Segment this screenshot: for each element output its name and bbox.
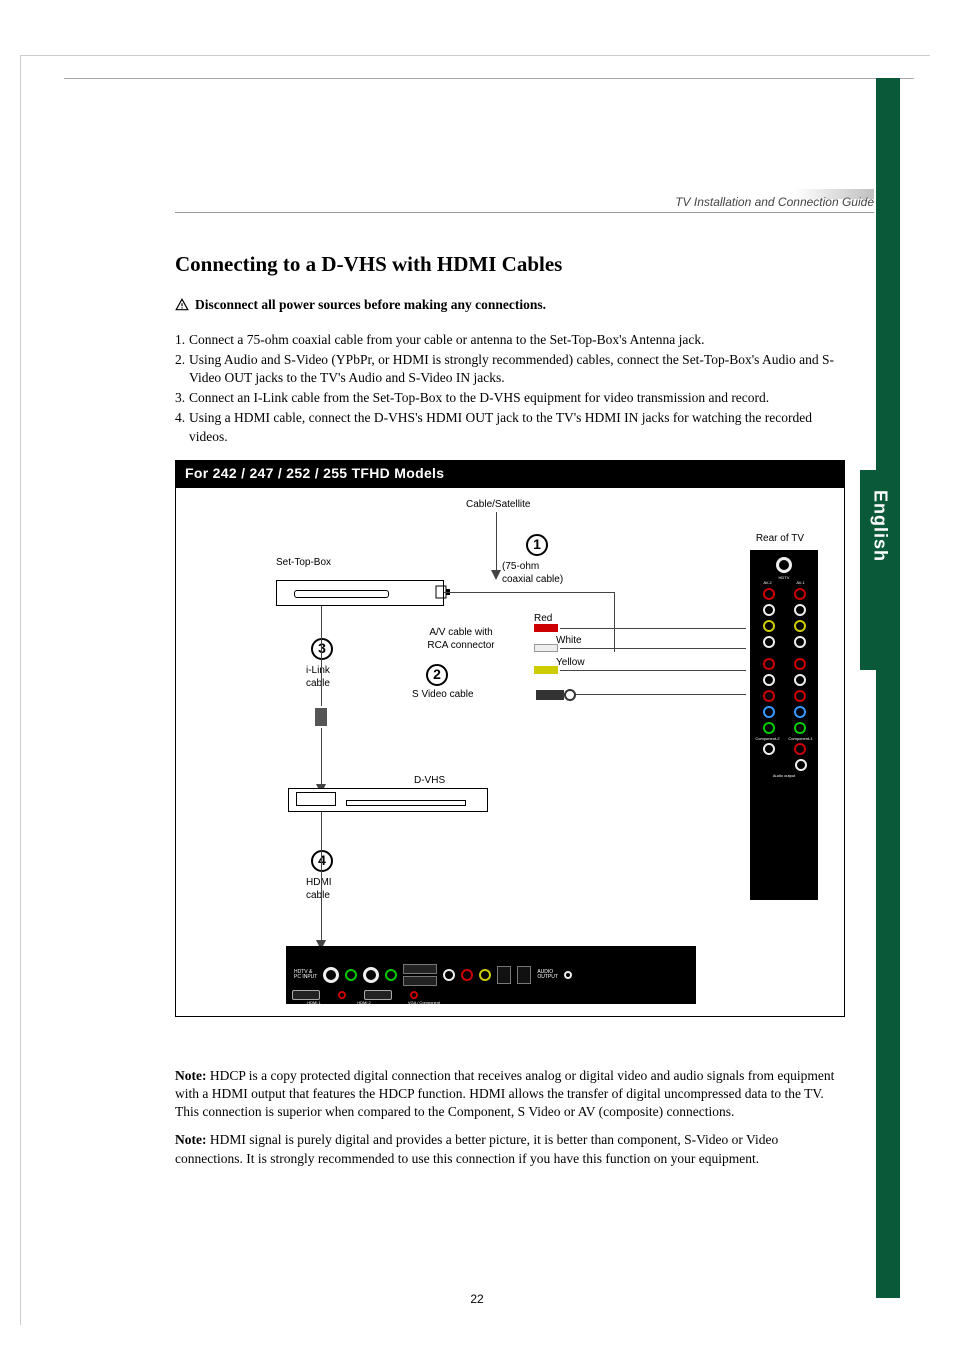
label-white: White [556,634,582,648]
steps-list: Connect a 75-ohm coaxial cable from your… [175,331,845,446]
language-tab: English [860,470,900,670]
connection-diagram: Cable/Satellite Rear of TV Set-Top-Box 1… [175,487,845,1017]
label-yellow: Yellow [556,656,585,670]
svideo-plug-icon [536,688,576,702]
page-number: 22 [0,1292,954,1306]
bottom-panel: HDTV & PC INPUT AUDIO OUTPUT [286,946,696,1004]
notes-section: Note: HDCP is a copy protected digital c… [175,1067,845,1168]
side-strip [876,78,900,1298]
callout-1: 1 [526,534,548,556]
callout-3: 3 [311,638,333,660]
warning-row: Disconnect all power sources before maki… [175,296,845,314]
step-4: Using a HDMI cable, connect the D-VHS's … [175,409,845,445]
callout-2: 2 [426,664,448,686]
step-1: Connect a 75-ohm coaxial cable from your… [175,331,845,349]
label-coax: (75-ohm coaxial cable) [502,560,563,587]
label-rear-of-tv: Rear of TV [756,532,804,546]
warning-text: Disconnect all power sources before maki… [195,296,546,314]
language-tab-label: English [870,490,891,562]
step-3: Connect an I-Link cable from the Set-Top… [175,389,845,407]
label-cable-satellite: Cable/Satellite [466,498,530,512]
warning-icon [175,298,189,312]
label-av-cable: A/V cable with RCA connector [406,626,516,653]
rear-audio-out: Audio output [751,773,817,778]
note-2: Note: HDMI signal is purely digital and … [175,1131,845,1167]
label-ilink: i-Link cable [306,664,330,691]
label-hdmi-cable: HDMI cable [306,876,332,903]
ilink-connector-icon [315,708,327,726]
section-title: Connecting to a D-VHS with HDMI Cables [175,250,845,278]
step-2: Using Audio and S-Video (YPbPr, or HDMI … [175,351,845,387]
callout-4: 4 [311,850,333,872]
header-fade [794,189,874,199]
note-1: Note: HDCP is a copy protected digital c… [175,1067,845,1122]
model-bar: For 242 / 247 / 252 / 255 TFHD Models [175,460,845,487]
label-svideo-cable: S Video cable [412,688,474,702]
label-dvhs: D-VHS [414,774,445,788]
rear-panel: HDTV AV-2AV-1 Component-2Component-1 Aud… [750,550,818,900]
label-set-top-box: Set-Top-Box [276,556,331,570]
doc-header: TV Installation and Connection Guide [175,195,874,213]
